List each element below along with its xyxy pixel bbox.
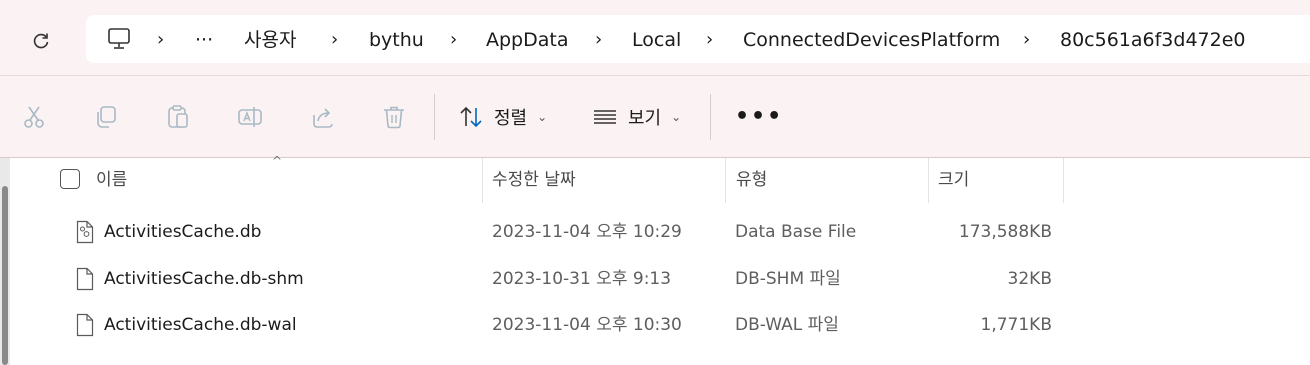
paste-icon[interactable]: [165, 104, 191, 130]
breadcrumb-overflow[interactable]: ···: [195, 28, 213, 52]
select-all-checkbox[interactable]: [60, 169, 80, 189]
breadcrumb-item-bythu[interactable]: bythu: [369, 28, 424, 52]
sort-indicator: ^: [272, 154, 283, 168]
navigation-pane-scrollbar[interactable]: [0, 158, 10, 365]
view-label: 보기: [628, 108, 662, 129]
view-button[interactable]: 보기 ⌄: [592, 102, 681, 132]
file-type: DB-SHM 파일: [735, 269, 841, 289]
chevron-down-icon: ⌄: [537, 110, 548, 124]
breadcrumb-item-users[interactable]: 사용자: [244, 28, 296, 52]
breadcrumb-item-connecteddevicesplatform[interactable]: ConnectedDevicesPlatform: [743, 28, 1000, 52]
column-divider[interactable]: [482, 158, 483, 203]
command-bar: 정렬 ⌄ 보기 ⌄ •••: [0, 76, 1310, 158]
toolbar-divider: [710, 94, 711, 140]
breadcrumb-item-current-folder[interactable]: 80c561a6f3d472e0: [1060, 28, 1246, 52]
chevron-down-icon: ⌄: [671, 110, 682, 124]
breadcrumb-chevron[interactable]: ›: [706, 28, 713, 52]
refresh-button[interactable]: [22, 22, 60, 60]
this-pc-icon[interactable]: [106, 26, 132, 52]
address-bar[interactable]: › ··· 사용자 › bythu › AppData › Local › Co…: [86, 15, 1310, 63]
copy-icon[interactable]: [93, 104, 119, 130]
scrollbar-thumb[interactable]: [2, 186, 8, 365]
sort-icon: [460, 106, 482, 128]
address-bar-area: › ··· 사용자 › bythu › AppData › Local › Co…: [0, 0, 1310, 76]
column-header-size[interactable]: 크기: [938, 158, 969, 203]
file-type: Data Base File: [735, 222, 857, 242]
file-name[interactable]: ActivitiesCache.db: [104, 209, 261, 255]
rename-icon[interactable]: [237, 104, 263, 130]
breadcrumb-chevron[interactable]: ›: [331, 28, 338, 52]
more-options-button[interactable]: •••: [735, 104, 783, 129]
column-divider[interactable]: [725, 158, 726, 203]
file-size: 173,588KB: [958, 222, 1052, 242]
file-size: 32KB: [1007, 269, 1052, 289]
database-file-icon: [76, 220, 94, 244]
file-icon: [76, 313, 94, 337]
sort-button[interactable]: 정렬 ⌄: [458, 102, 547, 132]
column-header-modified[interactable]: 수정한 날짜: [492, 158, 576, 203]
share-icon[interactable]: [310, 104, 336, 130]
file-row[interactable]: ActivitiesCache.db-wal 2023-11-04 오후 10:…: [10, 302, 1310, 348]
file-name[interactable]: ActivitiesCache.db-wal: [104, 302, 297, 348]
sort-label: 정렬: [494, 108, 528, 129]
delete-icon[interactable]: [381, 104, 407, 130]
cut-icon[interactable]: [21, 104, 47, 130]
breadcrumb-chevron[interactable]: ›: [595, 28, 602, 52]
file-size: 1,771KB: [980, 315, 1052, 335]
refresh-icon: [33, 33, 49, 49]
file-icon: [76, 267, 94, 291]
column-divider[interactable]: [928, 158, 929, 203]
file-modified: 2023-11-04 오후 10:29: [492, 222, 682, 242]
breadcrumb-item-local[interactable]: Local: [632, 28, 681, 52]
breadcrumb-item-appdata[interactable]: AppData: [486, 28, 569, 52]
view-list-icon: [594, 110, 616, 124]
breadcrumb-chevron[interactable]: ›: [157, 28, 164, 52]
file-type: DB-WAL 파일: [735, 315, 839, 335]
column-header-type[interactable]: 유형: [736, 158, 767, 203]
column-header-name[interactable]: 이름: [96, 158, 127, 203]
file-row[interactable]: ActivitiesCache.db 2023-11-04 오후 10:29 D…: [10, 209, 1310, 255]
file-name[interactable]: ActivitiesCache.db-shm: [104, 256, 304, 302]
column-header-row: ^ 이름 수정한 날짜 유형 크기: [10, 154, 1310, 203]
column-divider[interactable]: [1063, 158, 1064, 203]
breadcrumb-chevron[interactable]: ›: [1023, 28, 1030, 52]
file-modified: 2023-10-31 오후 9:13: [492, 269, 672, 289]
breadcrumb-chevron[interactable]: ›: [450, 28, 457, 52]
file-row[interactable]: ActivitiesCache.db-shm 2023-10-31 오후 9:1…: [10, 256, 1310, 302]
toolbar-divider: [434, 94, 435, 140]
file-modified: 2023-11-04 오후 10:30: [492, 315, 682, 335]
